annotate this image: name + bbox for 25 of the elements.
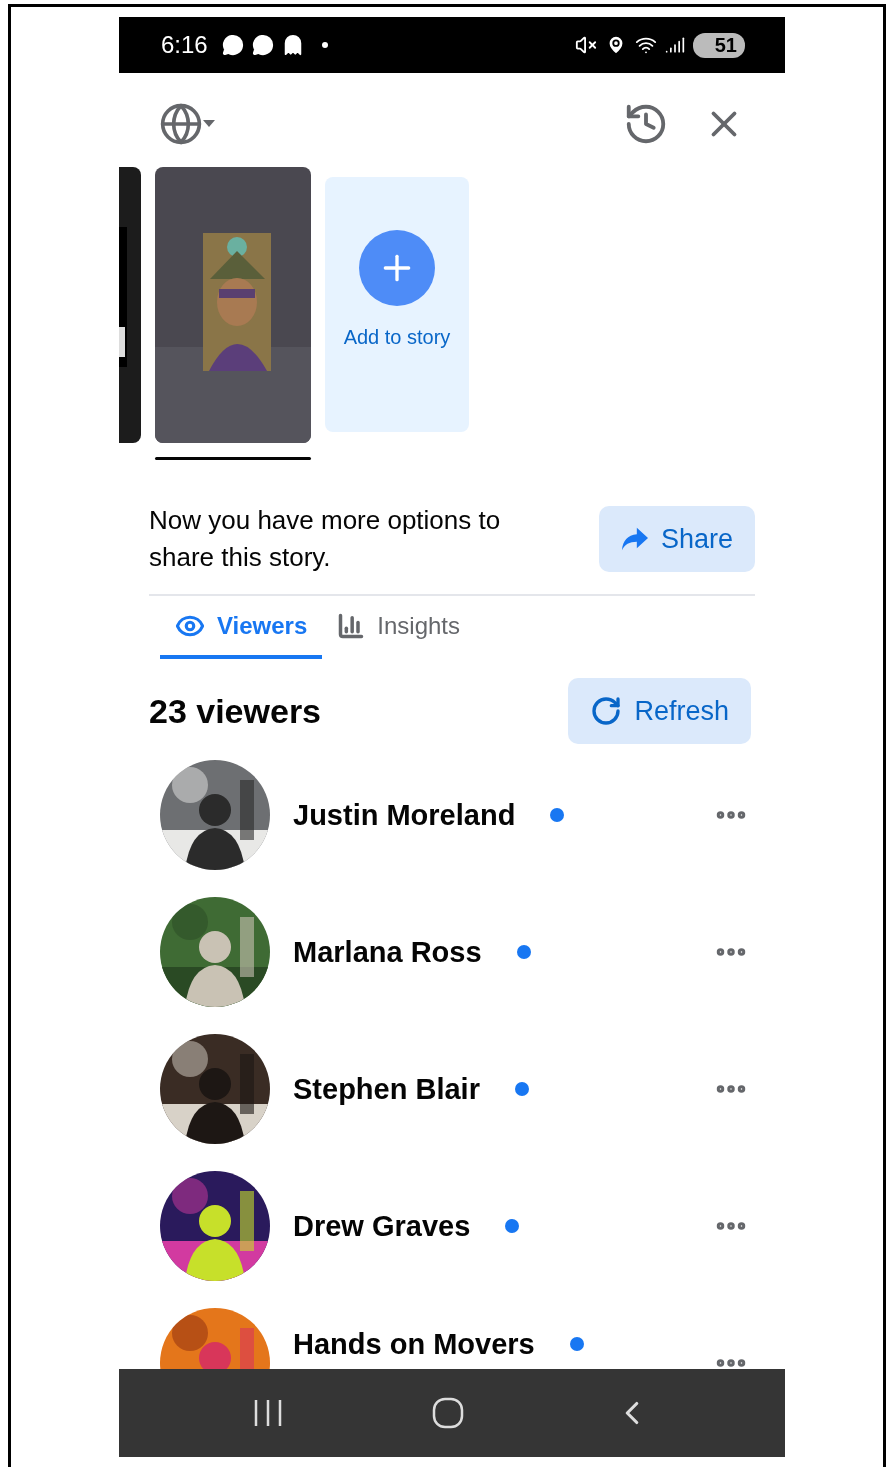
refresh-icon [590, 695, 623, 727]
battery-level: 51 [692, 32, 745, 58]
chat-bubble-icon [251, 34, 274, 56]
share-button[interactable]: Share [599, 506, 755, 572]
viewer-name[interactable]: Drew Graves [293, 1209, 471, 1243]
chat-bubble-icon [221, 34, 244, 56]
share-message: Now you have more options to share this story. [149, 504, 502, 574]
status-time: 6:16 [161, 31, 208, 59]
refresh-button[interactable]: Refresh [568, 678, 751, 744]
viewer-name[interactable]: Marlana Ross [293, 935, 482, 969]
viewer-name[interactable]: Stephen Blair [293, 1072, 480, 1106]
viewer-name[interactable]: Justin Moreland [293, 798, 516, 832]
home-icon[interactable] [432, 1397, 464, 1429]
viewer-count: 23 viewers [149, 691, 322, 731]
add-to-story-button[interactable]: Add to story [325, 177, 469, 432]
recent-apps-icon[interactable] [253, 1398, 284, 1428]
caret-icon[interactable] [203, 120, 215, 128]
bar-chart-icon [337, 611, 366, 640]
signal-icon [664, 35, 685, 55]
privacy-button[interactable] [159, 102, 215, 146]
tab[interactable]: Viewers [160, 596, 323, 659]
tab[interactable]: Insights [322, 596, 475, 659]
mute-icon [574, 34, 597, 56]
notification-dot-icon [321, 42, 328, 48]
viewer-name[interactable]: Hands on Movers [293, 1327, 535, 1361]
